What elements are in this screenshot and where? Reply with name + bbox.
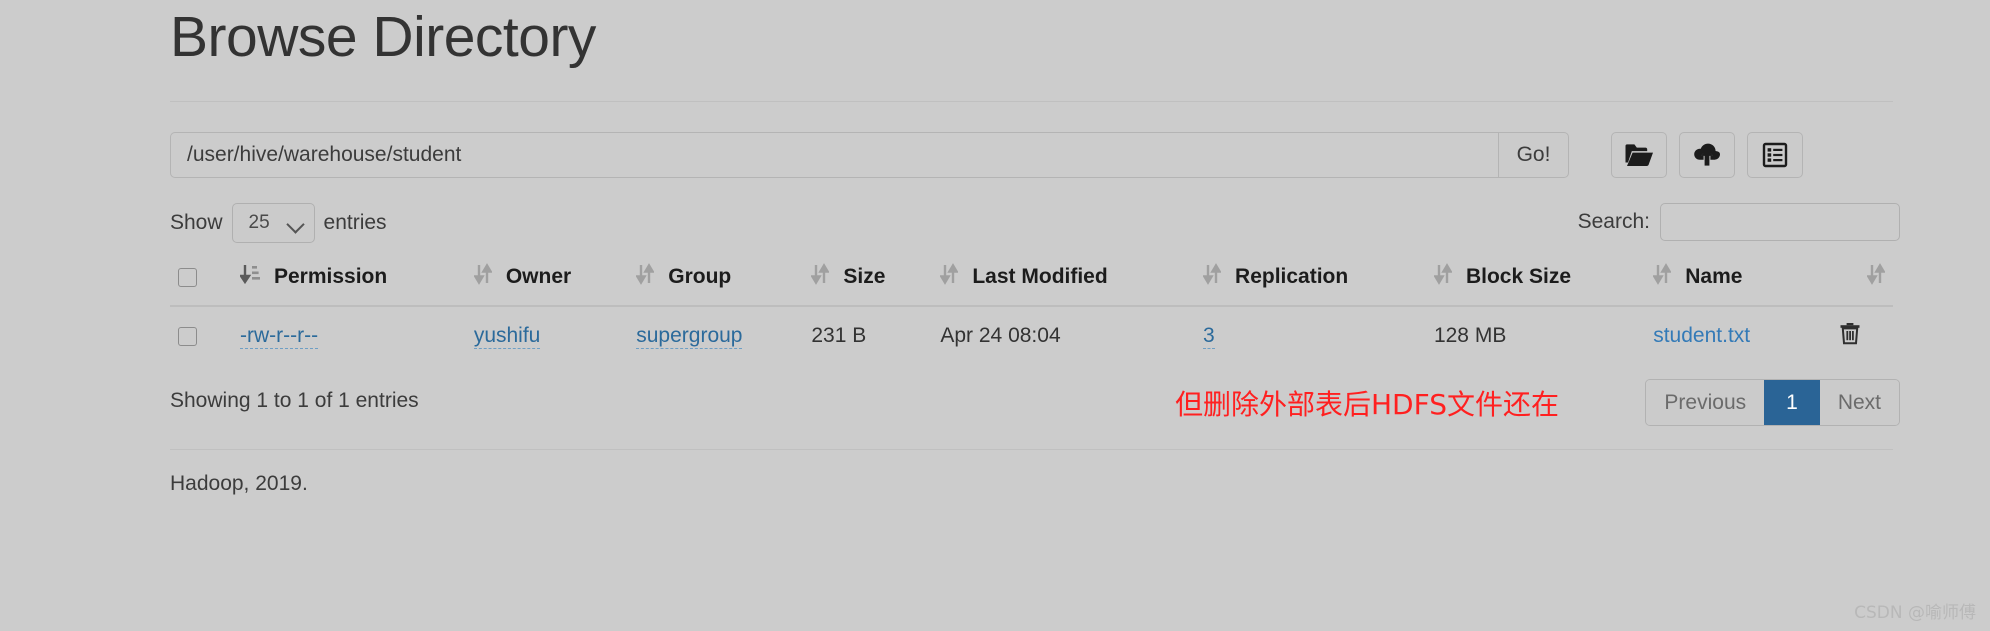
page-length-select[interactable]: 25 bbox=[231, 202, 315, 243]
column-header-replication[interactable]: Replication bbox=[1195, 254, 1426, 307]
cell-group: supergroup bbox=[628, 305, 804, 365]
cell-permission: -rw-r--r-- bbox=[232, 305, 466, 365]
replication-value[interactable]: 3 bbox=[1203, 323, 1215, 349]
sort-both-icon bbox=[1652, 262, 1672, 291]
column-header-actions[interactable] bbox=[1807, 254, 1893, 307]
column-header-label: Name bbox=[1685, 264, 1743, 288]
search-input[interactable] bbox=[1660, 202, 1900, 241]
column-header-label: Last Modified bbox=[972, 264, 1108, 288]
column-header-group[interactable]: Group bbox=[628, 254, 804, 307]
path-input[interactable] bbox=[170, 131, 1498, 178]
column-header-label: Permission bbox=[274, 264, 388, 288]
search-label: Search: bbox=[1577, 209, 1650, 233]
column-header-label: Size bbox=[843, 264, 886, 288]
footer-divider bbox=[170, 448, 1893, 450]
sort-both-icon bbox=[1433, 262, 1453, 291]
group-value[interactable]: supergroup bbox=[636, 323, 743, 349]
delete-file-button[interactable] bbox=[1839, 321, 1861, 345]
create-directory-button[interactable] bbox=[1611, 131, 1667, 178]
browse-directory-page: Browse Directory Go! bbox=[0, 0, 1990, 631]
cut-paste-button[interactable] bbox=[1747, 131, 1803, 178]
column-header-select-all[interactable] bbox=[170, 254, 232, 307]
cell-size: 231 B bbox=[803, 305, 933, 365]
go-button[interactable]: Go! bbox=[1498, 131, 1569, 178]
directory-table: Permission Owner Group Size Last Modifie… bbox=[170, 254, 1893, 365]
column-header-last-modified[interactable]: Last Modified bbox=[932, 254, 1196, 307]
permission-value[interactable]: -rw-r--r-- bbox=[240, 323, 319, 349]
footer-text: Hadoop, 2019. bbox=[170, 471, 308, 495]
table-body: -rw-r--r-- yushifu supergroup 231 B Apr … bbox=[170, 305, 1893, 365]
list-icon bbox=[1762, 142, 1788, 168]
page-length-value: 25 bbox=[248, 211, 270, 233]
column-header-label: Replication bbox=[1235, 264, 1349, 288]
row-select-cell[interactable] bbox=[170, 305, 232, 365]
chevron-down-icon bbox=[285, 214, 305, 234]
path-bar-row: Go! bbox=[170, 131, 1900, 178]
open-folder-icon bbox=[1624, 142, 1654, 168]
path-input-group: Go! bbox=[170, 131, 1569, 178]
watermark: CSDN @喻师傅 bbox=[1854, 603, 1976, 623]
column-header-name[interactable]: Name bbox=[1645, 254, 1807, 307]
pagination-next[interactable]: Next bbox=[1819, 379, 1899, 425]
cell-block-size: 128 MB bbox=[1425, 305, 1646, 365]
table-header-row: Permission Owner Group Size Last Modifie… bbox=[170, 254, 1893, 307]
datatable-footer: Showing 1 to 1 of 1 entries 但删除外部表后HDFS文… bbox=[170, 378, 1900, 427]
column-header-permission[interactable]: Permission bbox=[232, 254, 466, 307]
pagination-previous[interactable]: Previous bbox=[1646, 379, 1765, 425]
page-title: Browse Directory bbox=[170, 5, 596, 69]
column-header-block-size[interactable]: Block Size bbox=[1425, 254, 1646, 307]
owner-value[interactable]: yushifu bbox=[473, 323, 541, 349]
cell-last-modified: Apr 24 08:04 bbox=[932, 305, 1196, 365]
sort-desc-icon bbox=[238, 263, 260, 291]
column-header-label: Group bbox=[668, 264, 732, 288]
table-info: Showing 1 to 1 of 1 entries bbox=[170, 388, 419, 412]
sort-both-icon bbox=[635, 262, 655, 291]
table-row[interactable]: -rw-r--r-- yushifu supergroup 231 B Apr … bbox=[170, 305, 1893, 365]
cell-replication: 3 bbox=[1195, 305, 1426, 365]
column-header-owner[interactable]: Owner bbox=[465, 254, 629, 307]
column-header-size[interactable]: Size bbox=[803, 254, 933, 307]
sort-both-icon bbox=[810, 262, 831, 291]
show-label: Show bbox=[170, 210, 223, 234]
sort-both-icon bbox=[473, 262, 493, 291]
column-header-label: Block Size bbox=[1465, 264, 1571, 288]
cloud-upload-icon bbox=[1692, 142, 1722, 168]
select-all-checkbox[interactable] bbox=[178, 267, 197, 287]
pagination-page-1[interactable]: 1 bbox=[1764, 379, 1820, 425]
search-control: Search: bbox=[1577, 202, 1900, 241]
cell-name: student.txt bbox=[1645, 305, 1807, 365]
sort-both-icon bbox=[1202, 262, 1222, 291]
path-action-buttons bbox=[1611, 131, 1803, 178]
page-length-control: Show 25 entries bbox=[170, 202, 387, 243]
file-link[interactable]: student.txt bbox=[1653, 324, 1750, 347]
page-container: Browse Directory Go! bbox=[170, 0, 1900, 496]
trash-icon bbox=[1839, 322, 1861, 348]
column-header-label: Owner bbox=[505, 264, 572, 288]
sort-both-icon bbox=[939, 262, 960, 291]
title-divider bbox=[170, 100, 1893, 102]
cell-owner: yushifu bbox=[465, 305, 629, 365]
entries-label: entries bbox=[323, 210, 387, 234]
upload-files-button[interactable] bbox=[1679, 131, 1735, 178]
datatable-controls: Show 25 entries Search: bbox=[170, 202, 1900, 245]
pagination: Previous 1 Next bbox=[1645, 378, 1900, 426]
cell-actions bbox=[1807, 305, 1893, 365]
table-head: Permission Owner Group Size Last Modifie… bbox=[170, 254, 1893, 307]
annotation-text: 但删除外部表后HDFS文件还在 bbox=[1175, 387, 1560, 421]
row-checkbox[interactable] bbox=[178, 326, 197, 346]
sort-both-icon bbox=[1866, 262, 1886, 291]
